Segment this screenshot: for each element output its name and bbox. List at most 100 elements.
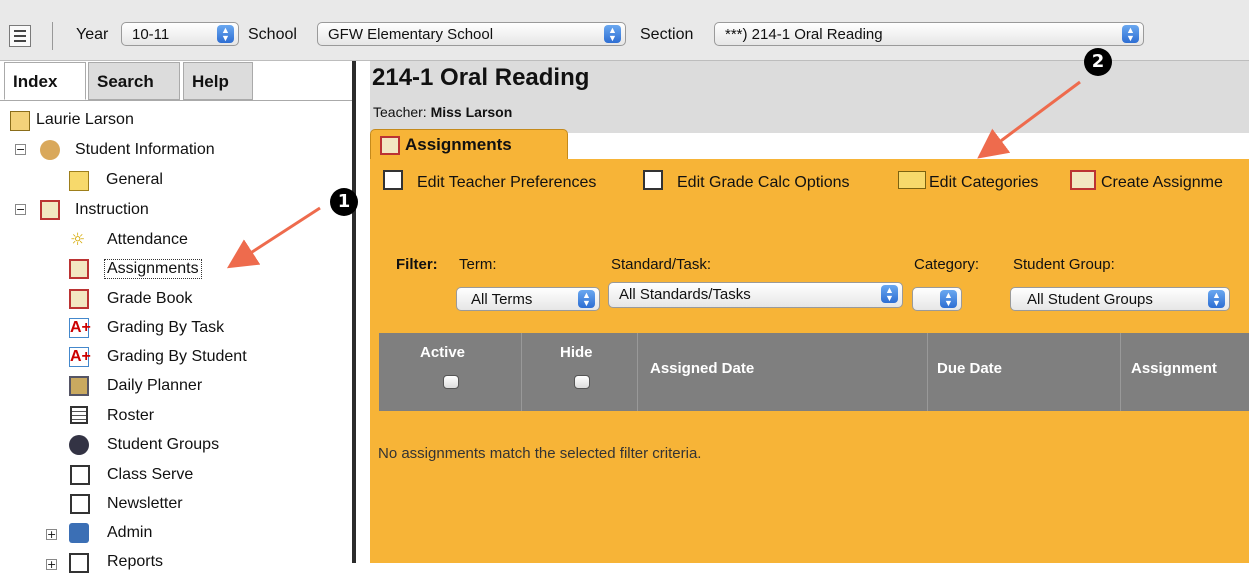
teacher-name: Miss Larson <box>430 104 513 120</box>
tree-item-assignments[interactable]: Assignments <box>104 259 202 279</box>
year-select[interactable]: 10-11 ▲ ▼ <box>121 22 239 46</box>
student-group-value: All Student Groups <box>1027 291 1153 308</box>
edit-preferences-icon <box>383 170 403 190</box>
student-group-label: Student Group: <box>1013 256 1115 273</box>
tree-item-grade-book[interactable]: Grade Book <box>107 290 192 308</box>
expand-icon[interactable]: + <box>46 529 57 540</box>
tab-search[interactable]: Search <box>88 62 180 100</box>
teacher-label: Teacher: <box>373 104 427 120</box>
expand-icon[interactable]: + <box>46 559 57 570</box>
create-assignment-icon <box>1070 170 1096 190</box>
category-label: Category: <box>914 256 980 273</box>
select-stepper-icon: ▲ ▼ <box>217 25 234 43</box>
folder-icon <box>69 171 89 191</box>
section-select[interactable]: ***) 214-1 Oral Reading ▲ ▼ <box>714 22 1144 46</box>
standard-task-label: Standard/Task: <box>611 256 712 273</box>
user-edit-icon <box>10 111 30 131</box>
empty-message: No assignments match the selected filter… <box>378 445 702 462</box>
collapse-icon[interactable]: − <box>15 204 26 215</box>
column-hide[interactable]: Hide <box>560 344 593 361</box>
collapse-icon[interactable]: − <box>15 144 26 155</box>
column-divider <box>521 333 522 411</box>
tab-assignments[interactable]: Assignments <box>370 129 568 160</box>
panel-tabs: Index Search Help <box>0 61 352 101</box>
tree-item-daily-planner[interactable]: Daily Planner <box>107 377 202 395</box>
filter-label: Filter: <box>396 256 438 273</box>
student-groups-icon <box>69 435 89 455</box>
column-active[interactable]: Active <box>420 344 465 361</box>
assignments-tab-icon <box>380 136 400 155</box>
teacher-line: Teacher: Miss Larson <box>373 104 512 120</box>
term-label: Term: <box>459 256 497 273</box>
reports-icon <box>69 553 89 573</box>
top-bar: Year 10-11 ▲ ▼ School GFW Elementary Scho… <box>0 0 1249 61</box>
roster-icon <box>70 406 88 424</box>
admin-icon <box>69 523 89 543</box>
column-divider <box>1120 333 1121 411</box>
student-information-icon <box>40 140 60 160</box>
newsletter-icon <box>70 494 90 514</box>
tree-item-attendance[interactable]: Attendance <box>107 231 188 249</box>
select-stepper-icon: ▲ ▼ <box>604 25 621 43</box>
callout-number-2: 2 <box>1084 48 1112 76</box>
edit-categories-link[interactable]: Edit Categories <box>929 174 1038 192</box>
column-assignment[interactable]: Assignment <box>1131 360 1217 377</box>
create-assignment-link[interactable]: Create Assignme <box>1101 174 1223 192</box>
attendance-sun-icon: ☼ <box>70 230 86 250</box>
select-stepper-icon: ▲ ▼ <box>578 290 595 308</box>
grading-by-task-icon: A+ <box>69 318 91 338</box>
select-stepper-icon: ▲ ▼ <box>881 285 898 303</box>
year-value: 10-11 <box>132 26 170 43</box>
edit-grade-calc-icon <box>643 170 663 190</box>
term-value: All Terms <box>471 291 533 308</box>
left-navigation-panel: Index Search Help Laurie Larson − Studen… <box>0 61 356 573</box>
assignments-table-header <box>379 333 1249 411</box>
grading-by-student-icon: A+ <box>69 347 91 367</box>
tree-item-reports[interactable]: Reports <box>107 553 163 571</box>
tree-item-grading-by-student[interactable]: Grading By Student <box>107 348 247 366</box>
callout-number-1: 1 <box>330 188 358 216</box>
tree-item-student-information[interactable]: Student Information <box>75 141 215 159</box>
class-serve-icon <box>70 465 90 485</box>
grade-book-icon <box>69 289 89 309</box>
school-value: GFW Elementary School <box>328 26 494 43</box>
tree-item-general[interactable]: General <box>106 171 163 189</box>
edit-grade-calc-options-link[interactable]: Edit Grade Calc Options <box>677 174 850 192</box>
column-divider <box>637 333 638 411</box>
daily-planner-icon <box>69 376 89 396</box>
tree-item-instruction[interactable]: Instruction <box>75 201 149 219</box>
tab-index[interactable]: Index <box>4 62 86 100</box>
tree-item-class-serve[interactable]: Class Serve <box>107 466 193 484</box>
column-due-date[interactable]: Due Date <box>937 360 1002 377</box>
select-stepper-icon: ▲ ▼ <box>1208 290 1225 308</box>
tab-help[interactable]: Help <box>183 62 253 100</box>
student-group-select[interactable]: All Student Groups ▲ ▼ <box>1010 287 1230 311</box>
instruction-icon <box>40 200 60 220</box>
hide-all-checkbox[interactable] <box>574 375 590 389</box>
column-divider <box>927 333 928 411</box>
tree-item-admin[interactable]: Admin <box>107 524 152 542</box>
school-select[interactable]: GFW Elementary School ▲ ▼ <box>317 22 626 46</box>
active-all-checkbox[interactable] <box>443 375 459 389</box>
category-select[interactable]: ▲ ▼ <box>912 287 962 311</box>
term-select[interactable]: All Terms ▲ ▼ <box>456 287 600 311</box>
divider <box>52 22 53 50</box>
standard-task-value: All Standards/Tasks <box>619 286 751 303</box>
select-stepper-icon: ▲ ▼ <box>1122 25 1139 43</box>
menu-toggle-icon[interactable] <box>9 25 31 47</box>
edit-teacher-preferences-link[interactable]: Edit Teacher Preferences <box>417 174 596 192</box>
tree-item-roster[interactable]: Roster <box>107 407 154 425</box>
select-stepper-icon: ▲ ▼ <box>940 290 957 308</box>
column-assigned-date[interactable]: Assigned Date <box>650 360 754 377</box>
tree-item-student-groups[interactable]: Student Groups <box>107 436 219 454</box>
section-value: ***) 214-1 Oral Reading <box>725 26 883 43</box>
standard-task-select[interactable]: All Standards/Tasks ▲ ▼ <box>608 282 903 308</box>
assignments-tab-label: Assignments <box>405 135 512 154</box>
page-title: 214-1 Oral Reading <box>372 64 590 91</box>
section-label: Section <box>640 26 694 43</box>
tree-item-newsletter[interactable]: Newsletter <box>107 495 183 513</box>
folder-icon <box>898 171 926 189</box>
year-label: Year <box>76 26 109 43</box>
tree-item-user[interactable]: Laurie Larson <box>36 111 134 129</box>
tree-item-grading-by-task[interactable]: Grading By Task <box>107 319 224 337</box>
